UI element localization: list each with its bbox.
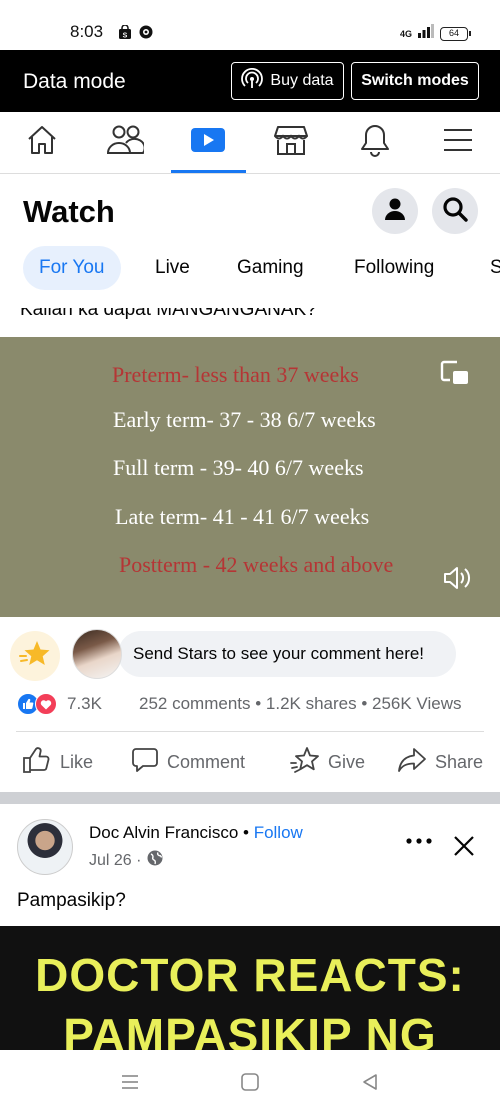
thumbs-up-icon bbox=[22, 746, 52, 779]
follow-button[interactable]: Follow bbox=[254, 823, 303, 842]
reaction-icons[interactable] bbox=[17, 693, 57, 715]
friends-icon bbox=[106, 123, 146, 162]
status-time: 8:03 bbox=[70, 22, 104, 41]
post-date[interactable]: Jul 26 · bbox=[89, 852, 141, 870]
feed-separator bbox=[0, 792, 500, 804]
watch-icon bbox=[190, 124, 226, 161]
stars-badge[interactable] bbox=[10, 631, 60, 681]
shopping-bag-icon: S bbox=[118, 24, 132, 45]
author-separator: • bbox=[238, 823, 254, 842]
network-label: 4G bbox=[399, 28, 412, 39]
data-mode-title: Data mode bbox=[23, 70, 126, 93]
like-button[interactable]: Like bbox=[22, 742, 93, 782]
post-header: Doc Alvin Francisco • Follow Jul 26 · bbox=[0, 806, 500, 886]
share-label: Share bbox=[435, 751, 484, 772]
post-actions: Like Comment Give Share bbox=[0, 742, 500, 782]
video-player[interactable]: Preterm- less than 37 weeks Early term- … bbox=[0, 337, 500, 617]
buy-data-button[interactable]: Buy data bbox=[231, 62, 344, 100]
reactions-row: 7.3K 252 comments • 1.2K shares • 256K V… bbox=[0, 692, 500, 718]
like-label: Like bbox=[60, 751, 94, 772]
signal-icon bbox=[418, 24, 434, 43]
more-options-icon[interactable] bbox=[405, 834, 433, 852]
page-title: Watch bbox=[23, 194, 115, 229]
nav-active-indicator bbox=[171, 170, 246, 173]
battery-icon: 64 bbox=[440, 26, 471, 41]
post-caption: Kailan ka dapat MANGANGANAK? bbox=[20, 302, 317, 320]
main-nav bbox=[0, 112, 500, 174]
send-stars-row: Send Stars to see your comment here! bbox=[0, 628, 500, 681]
send-stars-prompt: Send Stars to see your comment here! bbox=[133, 644, 425, 663]
video-text-line: Preterm- less than 37 weeks bbox=[112, 362, 359, 387]
comment-label: Comment bbox=[167, 751, 246, 772]
volume-icon[interactable] bbox=[442, 565, 472, 596]
thumbnail-headline: PAMPASIKIP NG bbox=[63, 1009, 437, 1050]
avatar bbox=[72, 629, 122, 679]
tab-more[interactable]: S bbox=[474, 246, 500, 290]
reaction-count[interactable]: 7.3K bbox=[67, 694, 102, 714]
recent-apps-icon[interactable] bbox=[118, 1070, 142, 1094]
share-button[interactable]: Share bbox=[397, 742, 483, 782]
nav-marketplace[interactable] bbox=[271, 122, 311, 162]
person-icon bbox=[384, 197, 406, 226]
video-text-line: Full term - 39- 40 6/7 weeks bbox=[113, 455, 364, 480]
back-icon[interactable] bbox=[358, 1070, 382, 1094]
tab-for-you[interactable]: For You bbox=[23, 246, 121, 290]
nav-home[interactable] bbox=[22, 122, 62, 162]
give-label: Give bbox=[328, 751, 366, 772]
tab-gaming[interactable]: Gaming bbox=[221, 246, 320, 290]
love-reaction-icon bbox=[35, 693, 57, 715]
broadcast-icon bbox=[241, 67, 264, 95]
video-text-line: Late term- 41 - 41 6/7 weeks bbox=[115, 504, 370, 529]
author-name[interactable]: Doc Alvin Francisco bbox=[89, 823, 238, 842]
video-thumbnail[interactable]: DOCTOR REACTS: PAMPASIKIP NG bbox=[0, 926, 500, 1050]
globe-icon bbox=[147, 850, 163, 871]
switch-modes-button[interactable]: Switch modes bbox=[351, 62, 479, 100]
search-icon bbox=[442, 196, 468, 227]
post-meta: Jul 26 · bbox=[89, 850, 163, 871]
picture-in-picture-icon[interactable] bbox=[440, 359, 470, 392]
close-icon[interactable] bbox=[452, 834, 476, 863]
video-text-line: Postterm - 42 weeks and above bbox=[119, 552, 394, 577]
star-outline-icon bbox=[290, 746, 320, 779]
thumbnail-headline: DOCTOR REACTS: bbox=[35, 949, 465, 1001]
shield-icon bbox=[139, 25, 153, 45]
tab-following[interactable]: Following bbox=[338, 246, 450, 290]
star-icon bbox=[18, 638, 52, 675]
watch-tabs: For You Live Gaming Following S bbox=[0, 246, 500, 292]
status-bar: 8:03 S 4G 64 bbox=[0, 0, 500, 50]
nav-menu[interactable] bbox=[438, 122, 478, 162]
marketplace-icon bbox=[273, 123, 309, 162]
home-icon bbox=[25, 123, 59, 162]
buy-data-label: Buy data bbox=[270, 72, 334, 89]
nav-friends[interactable] bbox=[105, 122, 146, 162]
data-mode-bar: Data mode Buy data Switch modes bbox=[0, 50, 500, 112]
system-nav-bar bbox=[0, 1050, 500, 1111]
svg-text:S: S bbox=[123, 33, 128, 40]
author-avatar[interactable] bbox=[17, 819, 73, 875]
send-stars-input[interactable]: Send Stars to see your comment here! bbox=[118, 631, 456, 677]
bell-icon bbox=[359, 122, 391, 163]
home-button-icon[interactable] bbox=[238, 1070, 262, 1094]
nav-notifications[interactable] bbox=[355, 122, 395, 162]
nav-watch[interactable] bbox=[188, 122, 228, 162]
engagement-stats[interactable]: 252 comments • 1.2K shares • 256K Views bbox=[139, 694, 461, 714]
profile-button[interactable] bbox=[372, 188, 418, 234]
video-text-line: Early term- 37 - 38 6/7 weeks bbox=[113, 407, 376, 432]
give-button[interactable]: Give bbox=[290, 742, 365, 782]
post-text: Pampasikip? bbox=[17, 890, 126, 911]
menu-icon bbox=[442, 126, 474, 159]
share-icon bbox=[397, 746, 427, 779]
tab-live[interactable]: Live bbox=[139, 246, 206, 290]
search-button[interactable] bbox=[432, 188, 478, 234]
watch-header: Watch bbox=[0, 174, 500, 250]
divider bbox=[16, 731, 484, 732]
comment-button[interactable]: Comment bbox=[131, 742, 245, 782]
comment-icon bbox=[131, 746, 159, 779]
